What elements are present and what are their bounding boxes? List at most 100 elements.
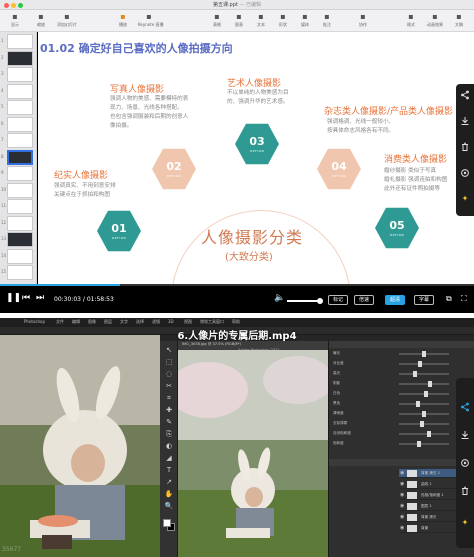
menu-item[interactable]: 增效工具 [200,319,216,325]
adjustment-slider[interactable] [399,371,449,377]
photoshop-tool-icon[interactable]: ↖ [164,345,174,355]
slider-knob[interactable] [424,391,429,397]
slide-thumbnail[interactable] [7,50,33,66]
menu-item[interactable]: 帮助 [232,319,240,325]
photoshop-tool-icon[interactable]: ◌ [164,369,174,379]
menu-item[interactable]: 文字 [120,319,128,325]
picture-in-picture-icon[interactable]: ⧉ [446,294,452,304]
slider-knob[interactable] [418,361,423,367]
pin-icon[interactable]: ✦ [456,518,474,527]
toolbar-zoom-button[interactable]: ▪ 缩放 [30,12,52,30]
foreground-color-swatch[interactable] [163,519,171,527]
menu-item[interactable]: 图像 [88,319,96,325]
adjustment-slider[interactable] [399,421,449,427]
adjustment-slider[interactable] [399,401,449,407]
slide-thumbnail[interactable] [7,149,33,165]
share-icon[interactable] [456,90,474,102]
volume-knob[interactable] [317,298,323,304]
photoshop-tool-icon[interactable]: 🔍 [164,501,174,511]
photoshop-tool-icon[interactable]: ⌗ [164,393,174,403]
slide-thumbnail[interactable] [7,265,33,280]
slider-knob[interactable] [412,371,417,377]
photoshop-tool-icon[interactable]: ✚ [164,405,174,415]
toolbar-format-button[interactable]: ▪ 格式 [400,12,422,30]
mark-button[interactable]: 标记 [328,295,348,305]
adjustment-slider[interactable] [399,431,449,437]
adjustment-slider[interactable] [399,411,449,417]
menu-item[interactable]: Photoshop [24,319,45,324]
visibility-eye-icon[interactable]: ◉ [400,470,404,476]
menu-item[interactable]: 滤镜 [152,319,160,325]
adjustment-slider[interactable] [399,361,449,367]
adjustment-slider[interactable] [399,381,449,387]
toolbar-text-button[interactable]: ▪ 文本 [250,12,272,30]
menu-item[interactable]: 3D [168,319,174,324]
volume-slider[interactable] [287,298,323,304]
slider-knob[interactable] [426,431,431,437]
toolbar-animate-button[interactable]: ▪ 动画效果 [424,12,446,30]
download-icon[interactable] [456,116,474,128]
toolbar-add-slide-button[interactable]: ▪ 添加幻灯片 [56,12,78,30]
visibility-eye-icon[interactable]: ◉ [400,492,404,498]
photoshop-tool-icon[interactable]: ✂ [164,381,174,391]
slider-knob[interactable] [419,421,424,427]
skip-back-icon[interactable]: ⏮ [22,293,30,303]
slide-thumbnail[interactable] [7,199,33,214]
slider-knob[interactable] [416,401,421,407]
toolbar-live-button[interactable]: ▪ Keynote 直播 [138,12,164,30]
delete-icon[interactable] [456,486,474,498]
menu-item[interactable]: 图层 [104,319,112,325]
slider-knob[interactable] [422,351,426,357]
slide-thumbnail[interactable] [7,34,33,49]
fullscreen-icon[interactable]: ⛶ [461,294,467,304]
quality-button[interactable]: 超清 [385,295,405,305]
slide-thumbnail[interactable] [7,232,33,247]
slide-thumbnail[interactable] [7,215,33,231]
bottom-video-player[interactable]: Photoshop 文件 编辑 图像 图层 文字 选择 滤镜 3D 视图 增效工具 窗口 帮助 6.人像… [0,318,474,557]
menu-item[interactable]: 视图 [184,319,192,325]
speed-button[interactable]: 倍速 [354,295,374,305]
photoshop-tool-icon[interactable]: ✎ [164,417,174,427]
adjustment-slider[interactable] [399,441,449,447]
settings-icon[interactable] [456,168,474,180]
slide-thumbnail[interactable] [7,116,33,132]
photoshop-tool-icon[interactable]: ⎘ [164,429,174,439]
slider-knob[interactable] [427,381,432,387]
toolbar-table-button[interactable]: ▪ 表格 [206,12,228,30]
visibility-eye-icon[interactable]: ◉ [400,481,404,487]
menu-item[interactable]: 选择 [136,319,144,325]
photoshop-tool-icon[interactable]: ↗ [164,477,174,487]
menu-item[interactable]: 窗口 [216,319,224,325]
photoshop-tool-icon[interactable]: T [164,465,174,475]
photoshop-tool-icon[interactable]: ◢ [164,453,174,463]
slide-thumbnail[interactable] [7,83,33,99]
photoshop-tool-icon[interactable]: ⬚ [164,357,174,367]
menu-item[interactable]: 编辑 [72,319,80,325]
slide-thumbnail[interactable] [7,248,33,264]
slider-knob[interactable] [422,411,426,417]
photoshop-tool-icon[interactable]: ◐ [164,441,174,451]
pin-icon[interactable]: ✦ [456,194,474,203]
toolbar-view-button[interactable]: ▪ 显示 [4,12,26,30]
slider-knob[interactable] [417,441,422,447]
pause-icon[interactable]: ❚❚ [6,293,21,303]
visibility-eye-icon[interactable]: ◉ [400,525,404,531]
toolbar-collaborate-button[interactable]: ▪ 协作 [352,12,374,30]
toolbar-media-button[interactable]: ▪ 媒体 [294,12,316,30]
visibility-eye-icon[interactable]: ◉ [400,514,404,520]
skip-forward-icon[interactable]: ⏭ [36,293,44,303]
toolbar-document-button[interactable]: ▪ 文稿 [448,12,470,30]
download-icon[interactable] [456,430,474,442]
toolbar-shape-button[interactable]: ▪ 形状 [272,12,294,30]
adjustment-slider[interactable] [399,391,449,397]
settings-icon[interactable] [456,458,474,470]
subtitle-button[interactable]: 字幕 [414,295,434,305]
share-icon[interactable] [456,402,474,414]
visibility-eye-icon[interactable]: ◉ [400,503,404,509]
toolbar-play-button[interactable]: ▪ 播放 [112,12,134,30]
photoshop-tool-icon[interactable]: ✋ [164,489,174,499]
slide-thumbnail[interactable] [7,166,33,181]
top-video-player[interactable]: 第五课.ppt — 已编辑 ▪ 显示 ▪ 缩放 ▪ 添加幻灯片 ▪ 播放 ▪ Keynote 直播… [0,0,474,313]
volume-icon[interactable]: 🔈 [274,293,285,303]
toolbar-comment-button[interactable]: ▪ 批注 [316,12,338,30]
